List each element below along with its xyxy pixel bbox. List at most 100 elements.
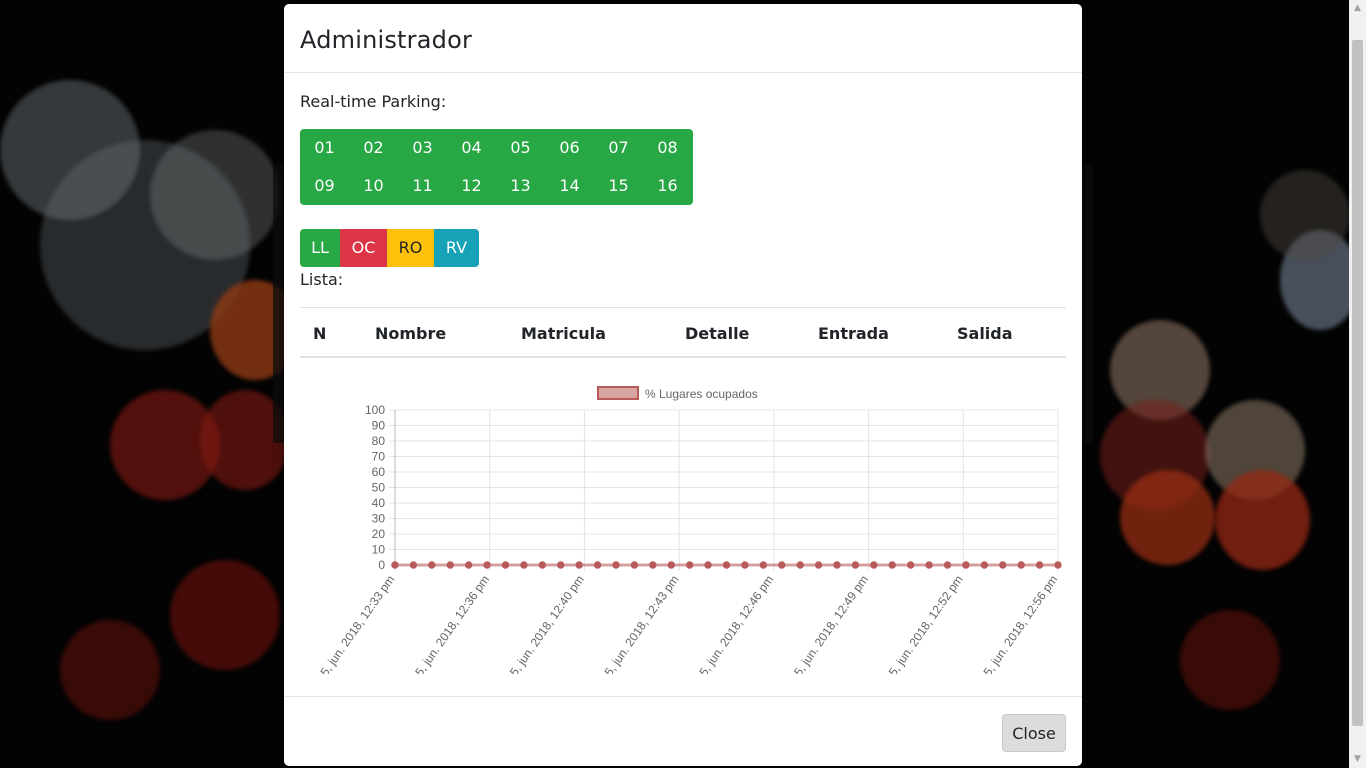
data-point	[851, 561, 860, 569]
parking-spot[interactable]: 14	[545, 167, 594, 205]
modal-footer: Close	[284, 696, 1082, 767]
data-point	[906, 561, 915, 569]
data-point	[667, 561, 675, 569]
y-tick-label: 70	[372, 450, 386, 464]
data-point	[501, 561, 510, 569]
data-point	[538, 561, 547, 569]
parking-spot[interactable]: 07	[594, 129, 643, 167]
scroll-down-icon[interactable]: ▼	[1349, 751, 1366, 768]
data-point	[483, 561, 491, 569]
data-point	[778, 561, 786, 569]
column-header-entrada[interactable]: Entrada	[818, 324, 889, 343]
data-point	[704, 561, 712, 569]
data-point	[722, 561, 731, 569]
data-point	[428, 561, 436, 569]
data-point	[833, 561, 841, 569]
modal-header: Administrador	[284, 4, 1082, 73]
data-point	[1017, 561, 1025, 569]
parking-spot[interactable]: 04	[447, 129, 496, 167]
x-tick-label: 5, jun. 2018, 12:43 pm	[602, 573, 682, 674]
data-point	[814, 561, 823, 569]
data-point	[391, 561, 399, 569]
data-point	[888, 561, 896, 569]
parking-spot[interactable]: 15	[594, 167, 643, 205]
x-tick-label: 5, jun. 2018, 12:56 pm	[980, 573, 1060, 674]
close-button[interactable]: Close	[1002, 714, 1066, 752]
column-header-nombre[interactable]: Nombre	[375, 324, 446, 343]
status-button-group: LL OC RO RV	[300, 229, 479, 267]
parking-spot[interactable]: 10	[349, 167, 398, 205]
column-header-detalle[interactable]: Detalle	[685, 324, 749, 343]
data-point	[612, 561, 620, 569]
x-tick-label: 5, jun. 2018, 12:40 pm	[507, 573, 587, 674]
data-point	[464, 561, 473, 569]
y-tick-label: 100	[365, 403, 385, 417]
legend-label: % Lugares ocupados	[645, 387, 758, 401]
data-point	[1035, 561, 1044, 569]
x-tick-label: 5, jun. 2018, 12:52 pm	[886, 573, 966, 674]
page-scrollbar[interactable]: ▲ ▼	[1349, 0, 1366, 768]
parking-spot[interactable]: 06	[545, 129, 594, 167]
y-tick-label: 0	[378, 558, 385, 572]
scroll-up-icon[interactable]: ▲	[1349, 0, 1366, 17]
y-tick-label: 50	[372, 481, 386, 495]
admin-modal: Administrador Real-time Parking: 01 02 0…	[284, 4, 1082, 766]
data-point	[575, 561, 583, 569]
x-tick-label: 5, jun. 2018, 12:36 pm	[412, 573, 492, 674]
parking-spot[interactable]: 16	[643, 167, 692, 205]
y-tick-label: 90	[372, 419, 386, 433]
data-point	[649, 561, 657, 569]
data-point	[999, 561, 1007, 569]
data-point	[520, 561, 528, 569]
list-label: Lista:	[300, 270, 344, 289]
parking-spot[interactable]: 08	[643, 129, 692, 167]
realtime-parking-label: Real-time Parking:	[300, 92, 447, 111]
column-header-matricula[interactable]: Matricula	[521, 324, 606, 343]
data-point	[759, 561, 768, 569]
y-tick-label: 10	[372, 543, 386, 557]
y-tick-label: 40	[372, 496, 386, 510]
parking-spot[interactable]: 12	[447, 167, 496, 205]
data-point	[943, 561, 952, 569]
x-tick-label: 5, jun. 2018, 12:33 pm	[317, 573, 397, 674]
y-tick-label: 80	[372, 434, 386, 448]
data-point	[409, 561, 418, 569]
y-tick-label: 20	[372, 527, 386, 541]
parking-spot[interactable]: 03	[398, 129, 447, 167]
parking-spot[interactable]: 09	[300, 167, 349, 205]
table-header: N Nombre Matricula Detalle Entrada Salid…	[300, 307, 1066, 358]
data-point	[796, 561, 804, 569]
data-point	[1054, 561, 1062, 569]
status-button-rv[interactable]: RV	[434, 229, 479, 267]
parking-spot[interactable]: 13	[496, 167, 545, 205]
data-point	[741, 561, 749, 569]
parking-spot[interactable]: 01	[300, 129, 349, 167]
status-button-ro[interactable]: RO	[387, 229, 434, 267]
status-button-ll[interactable]: LL	[300, 229, 340, 267]
parking-grid-row-2: 09 10 11 12 13 14 15 16	[300, 167, 693, 205]
data-point	[925, 561, 933, 569]
y-tick-label: 60	[372, 465, 386, 479]
scroll-thumb[interactable]	[1352, 40, 1363, 726]
data-point	[962, 561, 970, 569]
occupancy-chart: % Lugares ocupados 0 10 20 30 40 50 60 70 80 90 100…	[300, 374, 1066, 679]
data-point	[557, 561, 565, 569]
parking-spot[interactable]: 05	[496, 129, 545, 167]
x-tick-label: 5, jun. 2018, 12:46 pm	[696, 573, 776, 674]
parking-grid-row-1: 01 02 03 04 05 06 07 08	[300, 129, 693, 167]
parking-spot[interactable]: 02	[349, 129, 398, 167]
data-point	[870, 561, 878, 569]
x-tick-label: 5, jun. 2018, 12:49 pm	[791, 573, 871, 674]
parking-spot[interactable]: 11	[398, 167, 447, 205]
y-tick-label: 30	[372, 512, 386, 526]
modal-title: Administrador	[300, 26, 473, 54]
column-header-salida[interactable]: Salida	[957, 324, 1013, 343]
data-point	[593, 561, 602, 569]
data-point	[685, 561, 694, 569]
data-point	[630, 561, 639, 569]
column-header-n[interactable]: N	[313, 324, 326, 343]
status-button-oc[interactable]: OC	[340, 229, 387, 267]
data-point	[446, 561, 454, 569]
legend-swatch	[597, 386, 639, 400]
occupancy-chart-svg: % Lugares ocupados 010 2030 4050 6070 8090 100…	[317, 386, 1062, 679]
